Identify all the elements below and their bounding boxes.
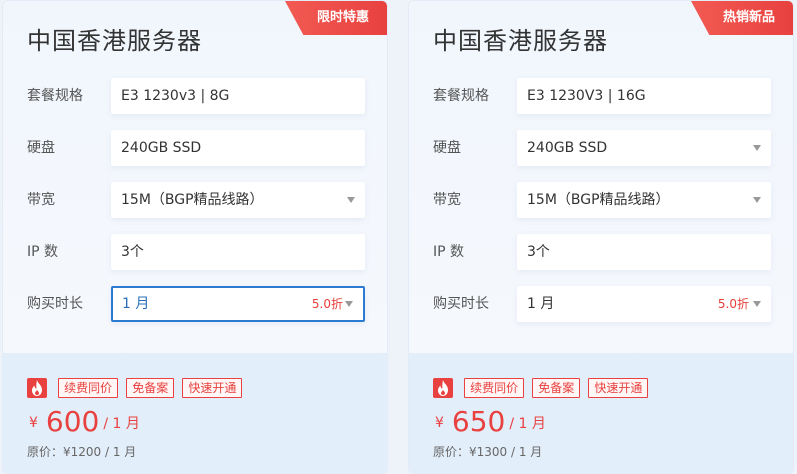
product-card-2: 热销新品 中国香港服务器 套餐规格 E3 1230V3 | 16G 硬盘 240… <box>408 0 794 474</box>
spec-field: E3 1230v3 | 8G <box>111 78 365 114</box>
ip-field: 3个 <box>111 234 365 270</box>
row-label: IP 数 <box>433 244 465 260</box>
row-label: 硬盘 <box>27 140 55 156</box>
bandwidth-value: 15M（BGP精品线路） <box>121 192 264 208</box>
row-label: 套餐规格 <box>433 88 489 104</box>
product-card-1: 限时特惠 中国香港服务器 套餐规格 E3 1230v3 | 8G 硬盘 240G… <box>2 0 388 474</box>
tag-list: 续费同价 免备案 快速开通 <box>27 378 243 398</box>
card-title: 中国香港服务器 <box>433 27 608 55</box>
row-bandwidth: 带宽 15M（BGP精品线路） <box>433 182 773 218</box>
currency-symbol: ¥ <box>435 415 444 431</box>
promo-badge: 热销新品 <box>691 1 793 35</box>
price-amount: 600 <box>45 405 100 438</box>
chevron-down-icon <box>753 145 761 151</box>
tag-item: 免备案 <box>532 378 581 398</box>
row-label: 带宽 <box>433 192 461 208</box>
row-bandwidth: 带宽 15M（BGP精品线路） <box>27 182 367 218</box>
row-ip: IP 数 3个 <box>27 234 367 270</box>
row-ip: IP 数 3个 <box>433 234 773 270</box>
chevron-down-icon <box>753 301 761 307</box>
duration-value: 1 月 <box>527 296 555 312</box>
price-unit: / 1 月 <box>509 416 546 432</box>
row-duration: 购买时长 1 月 5.0折 <box>27 286 367 322</box>
disk-select[interactable]: 240GB SSD <box>517 130 771 166</box>
row-label: 带宽 <box>27 192 55 208</box>
row-label: 购买时长 <box>27 296 83 312</box>
chevron-down-icon <box>347 197 355 203</box>
duration-value: 1 月 <box>122 296 150 312</box>
price-panel: 续费同价 免备案 快速开通 ¥650/ 1 月 原价：¥1300 / 1 月 <box>409 353 793 473</box>
row-label: 购买时长 <box>433 296 489 312</box>
ip-value: 3个 <box>527 244 550 260</box>
chevron-down-icon <box>753 197 761 203</box>
row-disk: 硬盘 240GB SSD <box>433 130 773 166</box>
price-unit: / 1 月 <box>103 416 140 432</box>
discount-label: 5.0折 <box>717 297 749 311</box>
price-panel: 续费同价 免备案 快速开通 ¥600/ 1 月 原价：¥1200 / 1 月 <box>3 353 387 473</box>
original-price: 原价：¥1300 / 1 月 <box>433 445 543 459</box>
chevron-down-icon <box>345 301 353 307</box>
row-label: 套餐规格 <box>27 88 83 104</box>
tag-list: 续费同价 免备案 快速开通 <box>433 378 649 398</box>
disk-field: 240GB SSD <box>111 130 365 166</box>
price-amount: 650 <box>451 405 506 438</box>
row-spec: 套餐规格 E3 1230V3 | 16G <box>433 78 773 114</box>
tag-item: 续费同价 <box>464 378 525 398</box>
price: ¥600/ 1 月 <box>29 405 140 438</box>
bandwidth-select[interactable]: 15M（BGP精品线路） <box>111 182 365 218</box>
original-price: 原价：¥1200 / 1 月 <box>27 445 137 459</box>
tag-item: 免备案 <box>126 378 175 398</box>
ip-value: 3个 <box>121 244 144 260</box>
spec-field: E3 1230V3 | 16G <box>517 78 771 114</box>
row-label: IP 数 <box>27 244 59 260</box>
discount-label: 5.0折 <box>311 297 343 311</box>
duration-select[interactable]: 1 月 5.0折 <box>517 286 771 322</box>
price: ¥650/ 1 月 <box>435 405 546 438</box>
currency-symbol: ¥ <box>29 415 38 431</box>
disk-value: 240GB SSD <box>121 140 202 156</box>
fire-icon <box>27 378 47 398</box>
fire-icon <box>433 378 453 398</box>
row-duration: 购买时长 1 月 5.0折 <box>433 286 773 322</box>
spec-value: E3 1230V3 | 16G <box>527 88 646 104</box>
row-label: 硬盘 <box>433 140 461 156</box>
disk-value: 240GB SSD <box>527 140 608 156</box>
bandwidth-value: 15M（BGP精品线路） <box>527 192 670 208</box>
tag-item: 快速开通 <box>182 378 243 398</box>
tag-item: 续费同价 <box>58 378 119 398</box>
tag-item: 快速开通 <box>588 378 649 398</box>
row-spec: 套餐规格 E3 1230v3 | 8G <box>27 78 367 114</box>
promo-badge: 限时特惠 <box>285 1 387 35</box>
spec-value: E3 1230v3 | 8G <box>121 88 230 104</box>
card-title: 中国香港服务器 <box>27 27 202 55</box>
duration-select[interactable]: 1 月 5.0折 <box>111 286 365 322</box>
bandwidth-select[interactable]: 15M（BGP精品线路） <box>517 182 771 218</box>
ip-field: 3个 <box>517 234 771 270</box>
row-disk: 硬盘 240GB SSD <box>27 130 367 166</box>
